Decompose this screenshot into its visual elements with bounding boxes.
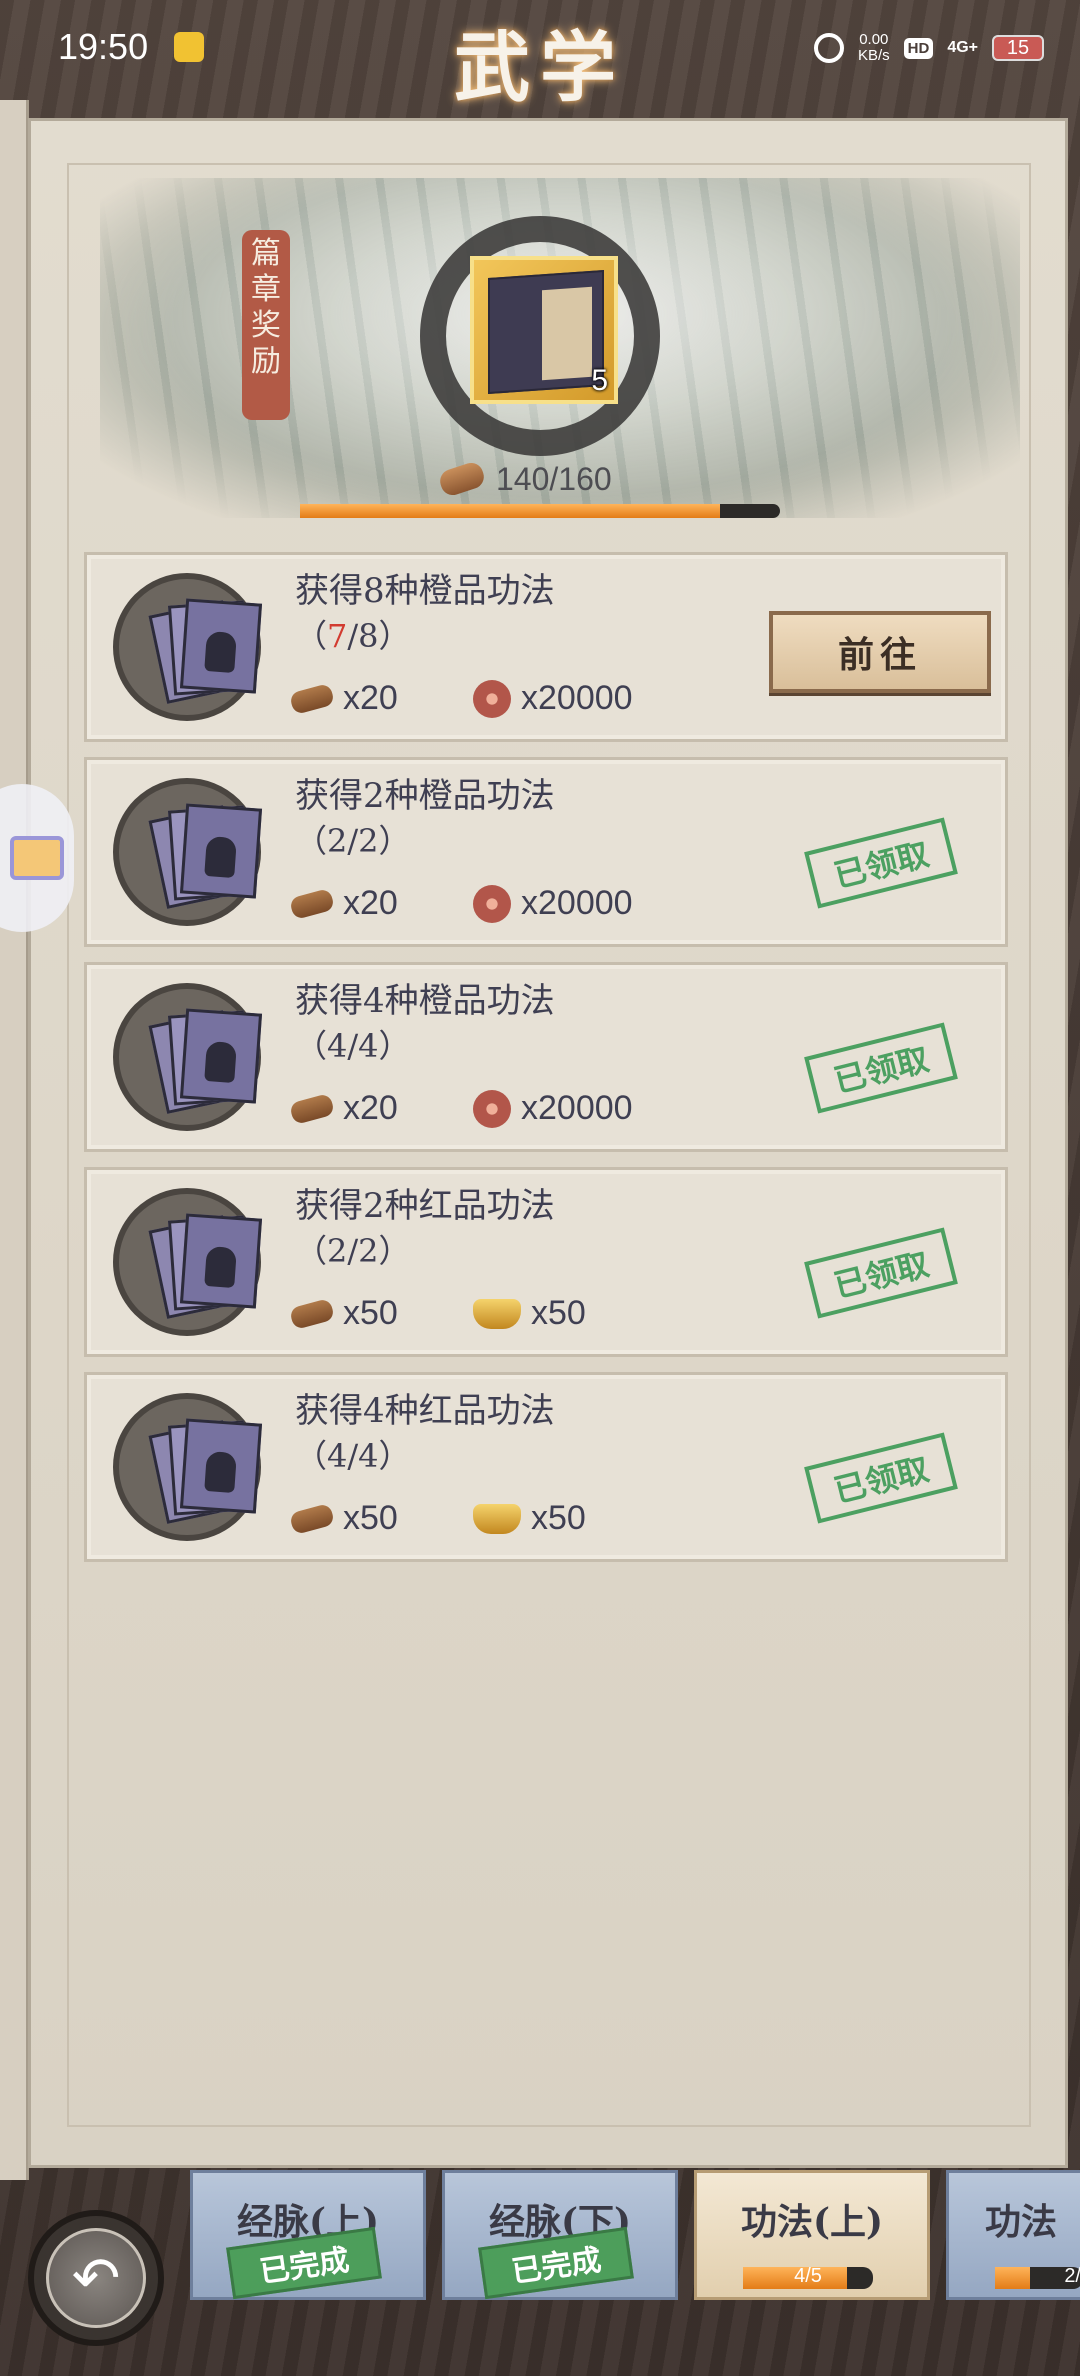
task-progress: （2/2） <box>295 822 411 860</box>
task-title: 获得2种橙品功法 <box>295 776 555 816</box>
task-progress: （7/8） <box>295 611 411 657</box>
reward-item-count: 5 <box>591 364 608 397</box>
manual-book-icon <box>488 269 604 395</box>
reward-currency: x20000 <box>473 1089 633 1128</box>
task-icon <box>113 1188 263 1336</box>
tab-progress-bar: 4/5 <box>743 2265 873 2289</box>
goto-button[interactable]: 前往 <box>769 611 991 693</box>
book-icon <box>179 803 263 899</box>
claimed-stamp: 已领取 <box>804 1227 958 1319</box>
scroll-icon <box>437 459 487 499</box>
reward-currency: x20000 <box>473 679 633 718</box>
tab-progress-fill <box>995 2267 1031 2289</box>
reward-currency: x50 <box>473 1499 586 1538</box>
reward-amount: x50 <box>531 1294 586 1332</box>
copper-coin-icon <box>473 679 511 718</box>
chapter-progress-bar <box>300 504 780 518</box>
claimed-stamp: 已领取 <box>804 1022 958 1114</box>
tab-label: 功法(上) <box>740 2201 884 2243</box>
task-title: 获得8种橙品功法 <box>295 571 555 611</box>
reward-amount: x20000 <box>521 884 633 922</box>
copper-coin-icon <box>473 884 511 923</box>
tab-label: 功法 <box>985 2201 1058 2243</box>
task-progress: （2/2） <box>295 1232 411 1270</box>
scroll-icon <box>288 887 336 920</box>
scroll-icon <box>288 1502 336 1535</box>
task-title: 获得4种红品功法 <box>295 1391 555 1431</box>
reward-currency: x50 <box>473 1294 586 1333</box>
reward-amount: x20000 <box>521 1089 633 1127</box>
reward-scroll: x20 <box>288 884 398 923</box>
chapter-tag-char: 励 <box>251 344 281 379</box>
reward-amount: x20 <box>343 1089 398 1127</box>
scroll-icon <box>288 1092 336 1125</box>
book-icon <box>179 1213 263 1309</box>
tv-icon <box>10 836 64 880</box>
tab-technique-next[interactable]: 功法 2/ <box>946 2170 1080 2300</box>
copper-coin-icon <box>473 1089 511 1128</box>
tab-progress-text: 2/ <box>1064 2265 1080 2287</box>
chapter-progress-text: 140/160 <box>496 460 612 497</box>
back-arrow-icon: ↶ <box>46 2228 146 2328</box>
task-progress-current: 7 <box>327 617 348 655</box>
reward-scroll: x20 <box>288 1089 398 1128</box>
book-icon <box>179 1008 263 1104</box>
reward-amount: x50 <box>343 1294 398 1332</box>
scroll-icon <box>288 682 336 715</box>
reward-amount: x50 <box>531 1499 586 1537</box>
task-icon <box>113 573 263 721</box>
task-card: 获得8种橙品功法 （7/8） x20 x20000 前往 <box>84 552 1008 742</box>
tab-meridian-lower[interactable]: 经脉(下) 已完成 <box>442 2170 678 2300</box>
task-title: 获得4种橙品功法 <box>295 981 555 1021</box>
chapter-tag-char: 奖 <box>251 308 281 343</box>
chapter-progress-fill <box>300 504 720 518</box>
task-progress-open: （ <box>295 617 328 655</box>
scroll-icon <box>288 1297 336 1330</box>
task-title: 获得2种红品功法 <box>295 1186 555 1226</box>
tab-meridian-upper[interactable]: 经脉(上) 已完成 <box>190 2170 426 2300</box>
reward-amount: x50 <box>343 1499 398 1537</box>
chapter-progress: 140/160 <box>437 456 612 502</box>
task-card: 获得4种橙品功法 （4/4） x20 x20000 已领取 <box>84 962 1008 1152</box>
book-icon <box>179 1418 263 1514</box>
task-progress: （4/4） <box>295 1027 411 1065</box>
chapter-tag-char: 篇 <box>251 236 281 271</box>
reward-amount: x20 <box>343 679 398 717</box>
gold-ingot-icon <box>473 1298 521 1329</box>
task-icon <box>113 1393 263 1541</box>
chapter-reward-tag: 篇 章 奖 励 <box>242 230 290 420</box>
task-card: 获得2种橙品功法 （2/2） x20 x20000 已领取 <box>84 757 1008 947</box>
task-icon <box>113 778 263 926</box>
chapter-reward-item[interactable]: 5 <box>470 256 618 404</box>
task-card: 获得2种红品功法 （2/2） x50 x50 已领取 <box>84 1167 1008 1357</box>
floating-assistant-button[interactable] <box>0 784 74 932</box>
reward-scroll: x50 <box>288 1499 398 1538</box>
task-progress: （4/4） <box>295 1437 411 1475</box>
reward-amount: x20000 <box>521 679 633 717</box>
left-page-edge <box>0 100 29 2180</box>
gold-ingot-icon <box>473 1503 521 1534</box>
tab-technique-upper[interactable]: 功法(上) 4/5 <box>694 2170 930 2300</box>
task-card: 获得4种红品功法 （4/4） x50 x50 已领取 <box>84 1372 1008 1562</box>
task-icon <box>113 983 263 1131</box>
back-button[interactable]: ↶ <box>28 2210 164 2346</box>
reward-currency: x20000 <box>473 884 633 923</box>
reward-amount: x20 <box>343 884 398 922</box>
book-icon <box>179 598 263 694</box>
claimed-stamp: 已领取 <box>804 817 958 909</box>
page-title: 武学 <box>454 23 626 112</box>
reward-scroll: x20 <box>288 679 398 718</box>
reward-scroll: x50 <box>288 1294 398 1333</box>
claimed-stamp: 已领取 <box>804 1432 958 1524</box>
tab-progress-text: 4/5 <box>794 2265 822 2287</box>
tab-progress-bar: 2/ <box>995 2265 1080 2289</box>
chapter-tag-char: 章 <box>251 272 281 307</box>
task-progress-rest: /8） <box>347 617 411 655</box>
